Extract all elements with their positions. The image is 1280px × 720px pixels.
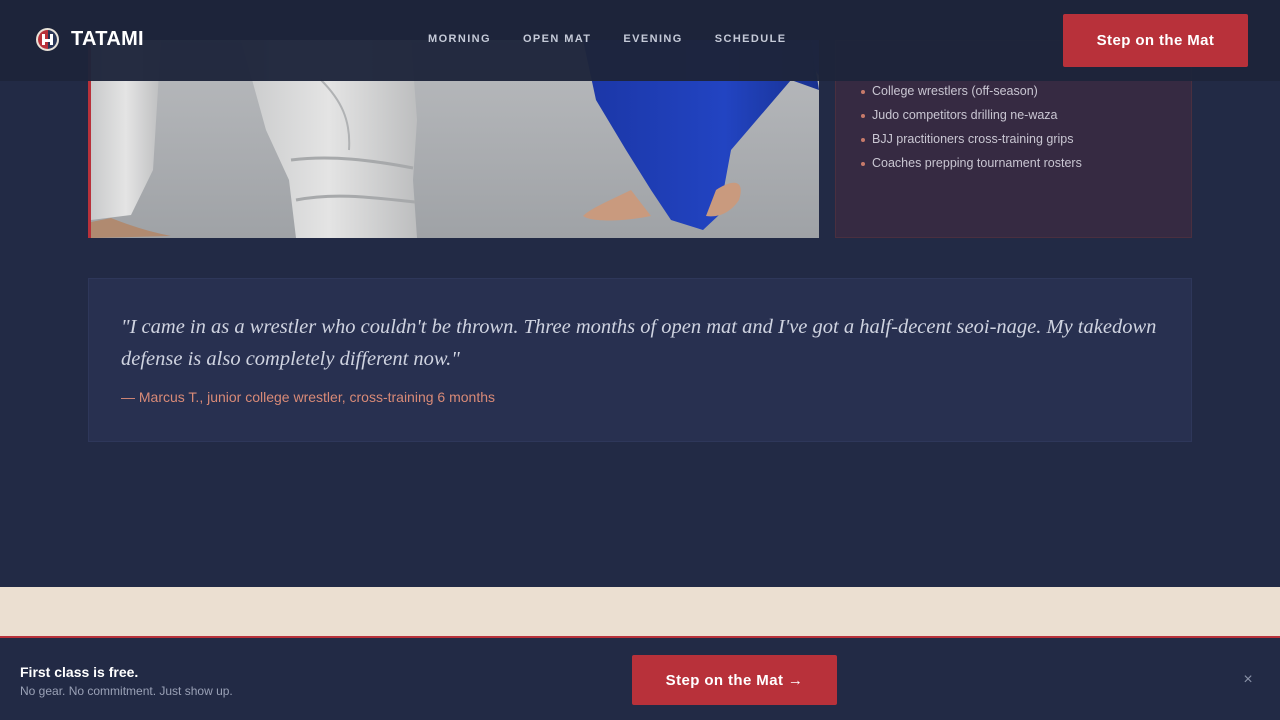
nav-link-evening[interactable]: EVENING [623,33,682,45]
testimonial-attribution: — Marcus T., junior college wrestler, cr… [121,389,495,405]
nav-link-open-mat[interactable]: OPEN MAT [523,33,591,45]
sticky-title: First class is free. [20,664,139,680]
close-icon[interactable]: × [1238,670,1258,690]
brand-logo[interactable]: TATAMI [36,28,144,51]
audience-list: College wrestlers (off-season) Judo comp… [860,79,1167,175]
sticky-step-on-mat-button[interactable]: Step on the Mat → [632,655,837,705]
nav-link-morning[interactable]: MORNING [428,33,491,45]
main-nav: MORNING OPEN MAT EVENING SCHEDULE [428,33,818,45]
step-on-mat-button[interactable]: Step on the Mat [1063,14,1248,67]
nav-link-schedule[interactable]: SCHEDULE [715,33,787,45]
section-divider-band [0,587,1280,636]
sticky-subtitle: No gear. No commitment. Just show up. [20,684,233,698]
testimonial-card: "I came in as a wrestler who couldn't be… [88,278,1192,442]
sticky-cta-bar: First class is free. No gear. No commitm… [0,636,1280,720]
brand-name: TATAMI [71,28,144,50]
audience-item: BJJ practitioners cross-training grips [860,127,1167,151]
tatami-logo-icon [36,28,59,51]
audience-item: Coaches prepping tournament rosters [860,151,1167,175]
audience-item: Judo competitors drilling ne-waza [860,103,1167,127]
site-header: TATAMI MORNING OPEN MAT EVENING SCHEDULE… [0,0,1280,81]
testimonial-quote: "I came in as a wrestler who couldn't be… [121,316,1157,370]
audience-item: College wrestlers (off-season) [860,79,1167,103]
